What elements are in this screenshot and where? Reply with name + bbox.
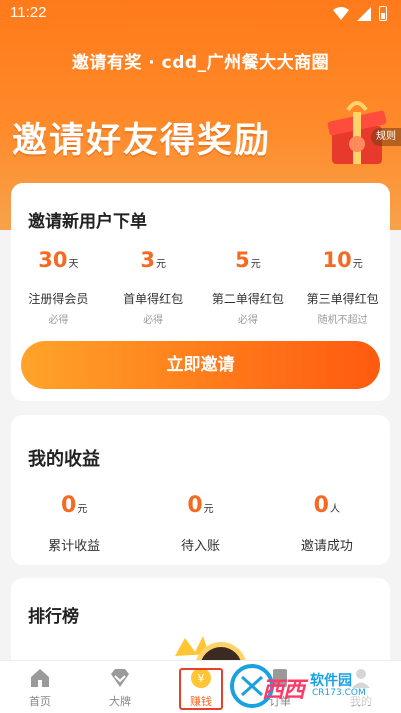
earnings-amount: 0 — [61, 493, 77, 518]
reward-item: 3元 首单得红包 必得 — [106, 247, 201, 326]
earnings-amount: 0 — [313, 493, 329, 518]
battery-icon — [379, 6, 387, 21]
tab-label: 大牌 — [109, 695, 131, 708]
invite-now-button[interactable]: 立即邀请 — [21, 341, 380, 389]
reward-unit: 元 — [250, 259, 261, 270]
earnings-row: 0元 累计收益 0元 待入账 0人 邀请成功 — [11, 493, 390, 554]
home-icon — [31, 669, 49, 687]
earnings-label: 累计收益 — [48, 539, 101, 554]
earnings-label: 邀请成功 — [300, 539, 353, 554]
rules-button[interactable]: 规则 — [371, 128, 401, 146]
status-time: 11:22 — [10, 4, 47, 21]
earnings-item: 0元 累计收益 — [11, 493, 137, 554]
ranking-card-title: 排行榜 — [28, 607, 79, 627]
watermark-text: 西西 — [262, 678, 305, 703]
tab-label: 首页 — [29, 695, 51, 708]
page-title: 邀请有奖 · cdd_广州餐大大商圈 — [71, 53, 330, 73]
reward-unit: 天 — [68, 259, 79, 270]
reward-row: 30天 注册得会员 必得 3元 首单得红包 必得 5元 第二单得红包 必得 10… — [11, 247, 390, 326]
watermark-brand: 软件园 — [310, 673, 352, 689]
earnings-item: 0人 邀请成功 — [264, 493, 390, 554]
reward-note: 必得 — [237, 315, 258, 326]
invite-card: 邀请新用户下单 30天 注册得会员 必得 3元 首单得红包 必得 5元 第二单得… — [11, 183, 390, 401]
reward-note: 必得 — [143, 315, 164, 326]
earnings-item: 0元 待入账 — [137, 493, 263, 554]
earnings-unit: 元 — [203, 504, 214, 515]
reward-note: 随机不超过 — [317, 315, 368, 326]
reward-amount: 10 — [322, 248, 352, 272]
reward-note: 必得 — [48, 315, 69, 326]
earnings-card-title: 我的收益 — [28, 449, 100, 470]
invite-card-title: 邀请新用户下单 — [28, 212, 147, 232]
reward-amount: 5 — [235, 248, 250, 272]
reward-amount: 3 — [140, 248, 155, 272]
hero-headline: 邀请好友得奖励 — [12, 121, 272, 161]
earnings-label: 待入账 — [180, 539, 220, 554]
tab-home[interactable]: 首页 — [10, 661, 70, 713]
earnings-amount: 0 — [187, 493, 203, 518]
wifi-icon — [333, 6, 349, 20]
reward-name: 首单得红包 — [123, 292, 184, 306]
earnings-unit: 元 — [77, 504, 88, 515]
reward-name: 注册得会员 — [28, 292, 89, 306]
reward-name: 第二单得红包 — [211, 292, 284, 306]
reward-item: 30天 注册得会员 必得 — [11, 247, 106, 326]
reward-item: 10元 第三单得红包 随机不超过 — [295, 247, 390, 326]
active-tab-highlight — [179, 668, 223, 710]
earnings-unit: 人 — [329, 504, 340, 515]
reward-item: 5元 第二单得红包 必得 — [201, 247, 296, 326]
tab-brands[interactable]: 大牌 — [90, 661, 150, 713]
diamond-icon — [111, 669, 129, 687]
reward-amount: 30 — [38, 248, 68, 272]
reward-name: 第三单得红包 — [306, 292, 379, 306]
earnings-card: 我的收益 0元 累计收益 0元 待入账 0人 邀请成功 — [11, 415, 390, 565]
reward-unit: 元 — [352, 259, 363, 270]
watermark-url: CR173.COM — [312, 688, 366, 698]
reward-unit: 元 — [155, 259, 166, 270]
status-bar: 11:22 — [0, 0, 401, 28]
signal-icon — [357, 6, 371, 21]
